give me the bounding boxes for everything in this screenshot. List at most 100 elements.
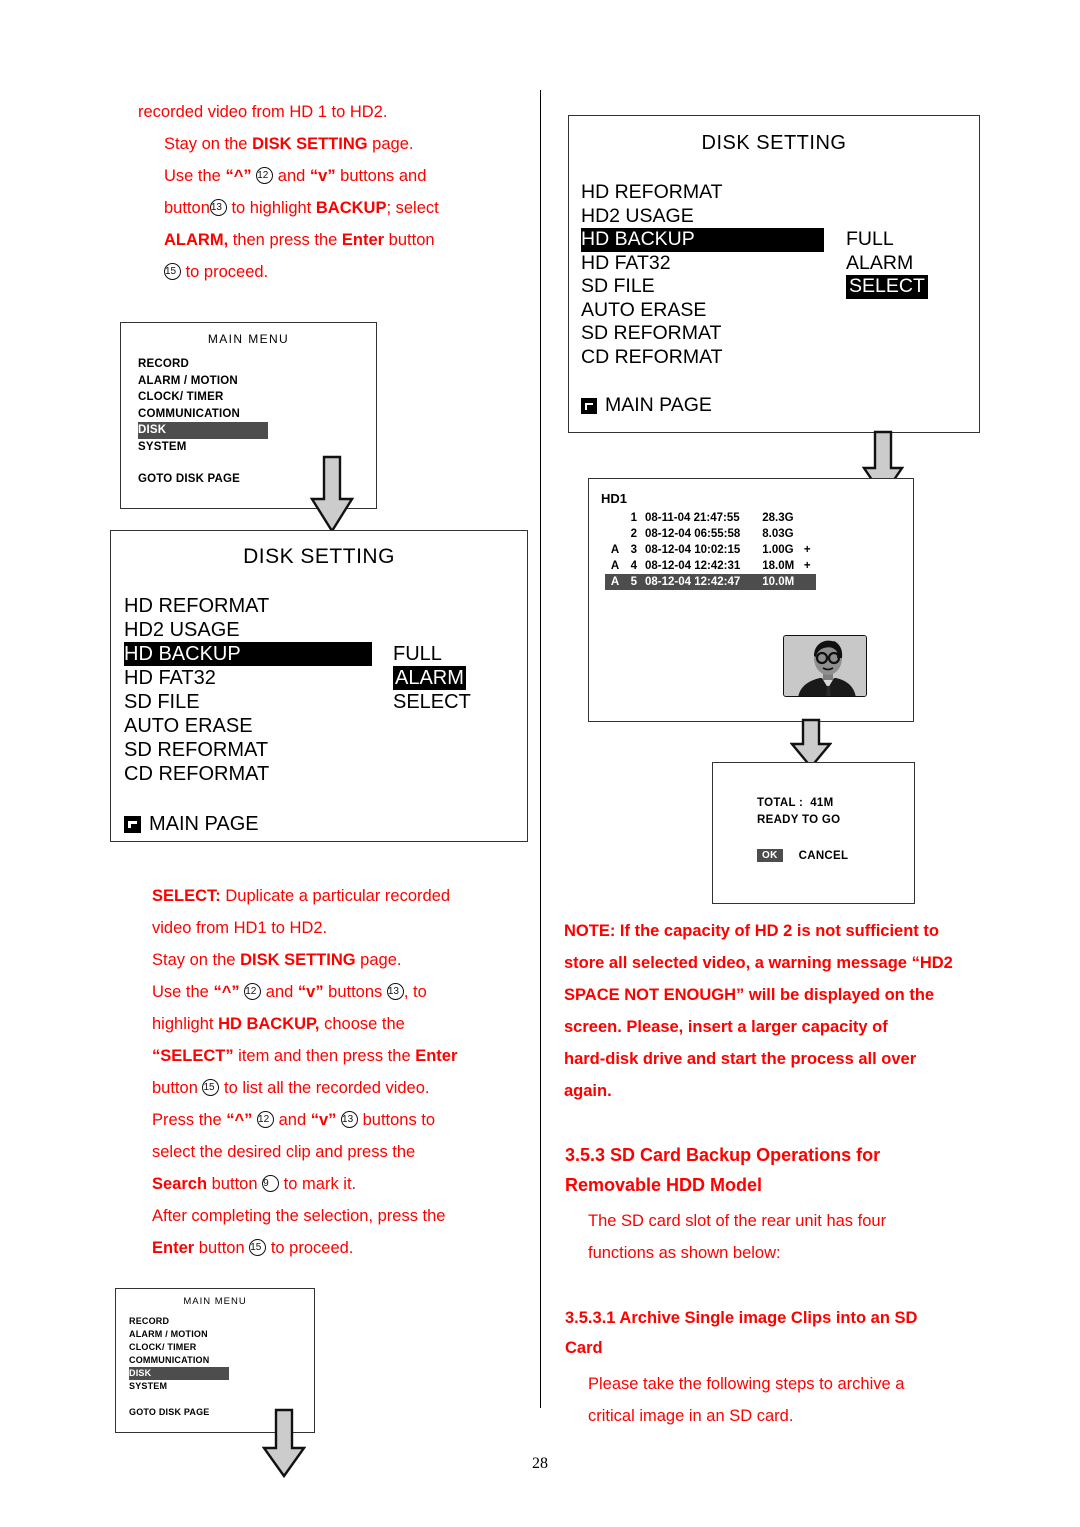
text-fragment: button xyxy=(384,231,435,249)
ds-item-auto-erase[interactable]: AUTO ERASE xyxy=(124,714,253,738)
cancel-button[interactable]: CANCEL xyxy=(799,850,849,862)
ds-row: HD BACKUP FULL xyxy=(124,642,527,666)
text-fragment: to proceed. xyxy=(266,1239,354,1257)
ds-item-hd-reformat[interactable]: HD REFORMAT xyxy=(124,594,269,618)
step-line: Press the “^” 12 and “v” 13 buttons to xyxy=(152,1104,496,1136)
menu-item-communication[interactable]: COMMUNICATION xyxy=(129,1354,314,1367)
ds-row: AUTO ERASE xyxy=(581,299,979,323)
main-menu-title: MAIN MENU xyxy=(207,332,290,346)
menu-item-disk[interactable]: DISK xyxy=(129,1367,229,1380)
text-fragment: and xyxy=(261,983,298,1001)
text-fragment: button xyxy=(207,1175,263,1193)
menu-item-alarm-motion[interactable]: ALARM / MOTION xyxy=(129,1328,314,1341)
ds-item-auto-erase[interactable]: AUTO ERASE xyxy=(581,299,706,323)
heading-line: Card xyxy=(565,1339,603,1357)
ds-row: SD REFORMAT xyxy=(581,322,979,346)
main-menu-list: RECORD ALARM / MOTION CLOCK/ TIMER COMMU… xyxy=(138,356,376,455)
table-row[interactable]: A 3 08-12-04 10:02:15 1.00G + xyxy=(605,542,816,558)
clip-datetime: 08-11-04 21:47:55 xyxy=(645,512,740,524)
ds-option-alarm[interactable]: ALARM xyxy=(393,666,466,690)
clip-size: 10.0M xyxy=(744,574,799,590)
ds-item-sd-reformat[interactable]: SD REFORMAT xyxy=(124,738,268,762)
menu-item-system[interactable]: SYSTEM xyxy=(129,1380,314,1393)
ds-item-sd-file[interactable]: SD FILE xyxy=(124,690,200,714)
ds-item-hd-reformat[interactable]: HD REFORMAT xyxy=(581,181,723,205)
person-portrait-icon xyxy=(784,636,866,696)
dialog-buttons: OK CANCEL xyxy=(757,849,914,862)
menu-item-record[interactable]: RECORD xyxy=(138,356,376,373)
ds-option-full[interactable]: FULL xyxy=(393,642,442,666)
ds-row: CD REFORMAT xyxy=(124,762,527,786)
text-fragment: Stay on the xyxy=(164,135,253,153)
text-fragment: choose the xyxy=(319,1015,405,1033)
ds-row: SD REFORMAT xyxy=(124,738,527,762)
button-badge-12: 12 xyxy=(256,167,274,184)
text-fragment: then press the xyxy=(228,231,342,249)
ok-button[interactable]: OK xyxy=(757,849,783,862)
ds-option-full[interactable]: FULL xyxy=(846,228,894,252)
disk-setting-title: DISK SETTING xyxy=(243,545,395,568)
clip-flag: A xyxy=(610,544,620,556)
table-row[interactable]: 2 08-12-04 06:55:58 8.03G xyxy=(605,526,816,542)
button-badge-13: 13 xyxy=(209,199,227,216)
menu-item-clock-timer[interactable]: CLOCK/ TIMER xyxy=(129,1341,314,1354)
ds-item-hd-backup[interactable]: HD BACKUP xyxy=(124,642,372,666)
ds-row: HD2 USAGE xyxy=(581,205,979,229)
ds-item-hd2-usage[interactable]: HD2 USAGE xyxy=(581,205,694,229)
text-fragment: to list all the recorded video. xyxy=(219,1079,430,1097)
text-fragment: to proceed. xyxy=(181,263,269,281)
table-row[interactable]: 1 08-11-04 21:47:55 28.3G xyxy=(605,510,816,526)
step-line: Search button 9 to mark it. xyxy=(152,1168,496,1200)
ds-option-alarm[interactable]: ALARM xyxy=(846,252,913,276)
text-fragment: After completing the selection, press th… xyxy=(152,1207,446,1225)
ds-item-cd-reformat[interactable]: CD REFORMAT xyxy=(581,346,723,370)
text-fragment: and xyxy=(273,167,310,185)
ds-item-cd-reformat[interactable]: CD REFORMAT xyxy=(124,762,269,786)
step-line: After completing the selection, press th… xyxy=(152,1200,496,1232)
ds-option-select[interactable]: SELECT xyxy=(393,690,471,714)
main-menu-list-2: RECORD ALARM / MOTION CLOCK/ TIMER COMMU… xyxy=(129,1315,314,1393)
table-row-selected[interactable]: A 5 08-12-04 12:42:47 10.0M xyxy=(605,574,817,590)
text-fragment: highlight xyxy=(152,1015,219,1033)
menu-item-clock-timer[interactable]: CLOCK/ TIMER xyxy=(138,389,376,406)
text-fragment: Duplicate a particular recorded xyxy=(220,887,451,905)
ds-item-hd-fat32[interactable]: HD FAT32 xyxy=(124,666,216,690)
step-line: button13 to highlight BACKUP; select xyxy=(164,192,496,224)
ds-item-sd-file[interactable]: SD FILE xyxy=(581,275,655,299)
clip-mark xyxy=(798,526,816,542)
ds-option-select[interactable]: SELECT xyxy=(846,275,928,299)
clip-flag: A xyxy=(605,574,625,590)
ds-item-sd-reformat[interactable]: SD REFORMAT xyxy=(581,322,721,346)
clip-index: 1 xyxy=(630,512,637,524)
text-bold: Enter xyxy=(415,1047,458,1065)
intro-paragraph: recorded video from HD 1 to HD2. xyxy=(138,96,500,128)
menu-item-alarm-motion[interactable]: ALARM / MOTION xyxy=(138,373,376,390)
button-badge-15: 15 xyxy=(164,263,181,280)
clip-index: 3 xyxy=(630,544,637,556)
step-line: Stay on the DISK SETTING page. xyxy=(152,944,496,976)
menu-item-disk[interactable]: DISK xyxy=(138,422,268,439)
ds-main-page-link[interactable]: MAIN PAGE xyxy=(124,812,527,836)
ds-item-hd2-usage[interactable]: HD2 USAGE xyxy=(124,618,240,642)
text-fragment: page. xyxy=(355,951,402,969)
menu-item-system[interactable]: SYSTEM xyxy=(138,439,376,456)
total-label: TOTAL : xyxy=(757,797,804,809)
section-3-5-3-1-heading: 3.5.3.1 Archive Single image Clips into … xyxy=(565,1303,963,1363)
ds-row: HD REFORMAT xyxy=(581,181,979,205)
ds-item-hd-backup[interactable]: HD BACKUP xyxy=(581,228,824,252)
clip-size: 1.00G xyxy=(762,544,794,556)
button-badge-9: 9 xyxy=(262,1175,280,1192)
note-line: NOTE: If the capacity of HD 2 is not suf… xyxy=(564,922,939,940)
note-line: SPACE NOT ENOUGH” will be displayed on t… xyxy=(564,986,935,1004)
total-value: 41M xyxy=(810,797,834,809)
text-fragment: button xyxy=(152,1079,203,1097)
menu-item-communication[interactable]: COMMUNICATION xyxy=(138,406,376,423)
return-icon xyxy=(124,815,141,833)
text-fragment: to mark it. xyxy=(279,1175,357,1193)
table-row[interactable]: A 4 08-12-04 12:42:31 18.0M + xyxy=(605,558,816,574)
ds-main-page-link-right[interactable]: MAIN PAGE xyxy=(581,394,979,418)
menu-item-record[interactable]: RECORD xyxy=(129,1315,314,1328)
ds-item-hd-fat32[interactable]: HD FAT32 xyxy=(581,252,671,276)
ds-row: HD FAT32 ALARM xyxy=(581,252,979,276)
disk-setting-box-left: DISK SETTING HD REFORMAT HD2 USAGE HD BA… xyxy=(110,530,528,842)
